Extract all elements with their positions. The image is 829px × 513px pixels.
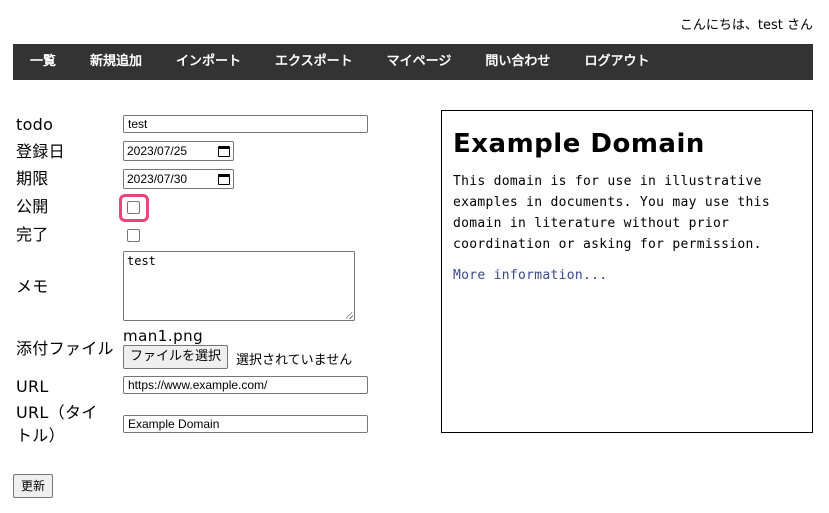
- nav-item-logout[interactable]: ログアウト: [567, 44, 666, 80]
- nav-item-contact[interactable]: 問い合わせ: [468, 44, 567, 80]
- registered-date-input[interactable]: 2023/07/25: [123, 141, 234, 161]
- public-checkbox[interactable]: [127, 201, 140, 214]
- main-navbar: 一覧 新規追加 インポート エクスポート マイページ 問い合わせ ログアウト: [13, 44, 813, 80]
- url-title-label-line1: URL（タイ: [16, 403, 98, 422]
- url-preview-frame: Example Domain This domain is for use in…: [441, 110, 813, 433]
- calendar-icon[interactable]: [218, 173, 230, 185]
- memo-label: メモ: [16, 277, 49, 296]
- preview-more-info-link[interactable]: More information...: [453, 268, 801, 283]
- deadline-date-value: 2023/07/30: [127, 172, 188, 186]
- done-label: 完了: [16, 225, 49, 244]
- resize-handle-icon[interactable]: [346, 312, 353, 319]
- deadline-label: 期限: [16, 169, 49, 188]
- url-title-input[interactable]: Example Domain: [123, 415, 368, 433]
- file-status-text: 選択されていません: [236, 353, 353, 368]
- calendar-icon[interactable]: [218, 145, 230, 157]
- url-input[interactable]: https://www.example.com/: [123, 376, 368, 394]
- todo-label: todo: [16, 115, 54, 134]
- user-greeting: こんにちは、test さん: [679, 18, 813, 33]
- nav-item-mypage[interactable]: マイページ: [370, 44, 469, 80]
- deadline-date-input[interactable]: 2023/07/30: [123, 169, 234, 189]
- done-checkbox[interactable]: [127, 229, 140, 242]
- registered-date-label: 登録日: [16, 142, 65, 161]
- choose-file-button[interactable]: ファイルを選択: [123, 345, 229, 369]
- registered-date-value: 2023/07/25: [127, 144, 188, 158]
- nav-item-new[interactable]: 新規追加: [73, 44, 159, 80]
- url-label: URL: [16, 377, 49, 396]
- nav-item-list[interactable]: 一覧: [13, 44, 73, 80]
- nav-item-import[interactable]: インポート: [159, 44, 258, 80]
- nav-item-export[interactable]: エクスポート: [258, 44, 370, 80]
- preview-title: Example Domain: [453, 129, 705, 159]
- memo-value: test: [127, 254, 156, 268]
- public-label: 公開: [16, 197, 49, 216]
- current-file-name: man1.png: [123, 327, 204, 345]
- preview-text: This domain is for use in illustrative e…: [453, 174, 770, 252]
- attachment-label: 添付ファイル: [16, 339, 114, 358]
- url-title-label-line2: トル）: [16, 426, 65, 445]
- todo-input[interactable]: test: [123, 115, 368, 133]
- update-button[interactable]: 更新: [13, 474, 54, 498]
- memo-textarea[interactable]: test: [123, 251, 355, 321]
